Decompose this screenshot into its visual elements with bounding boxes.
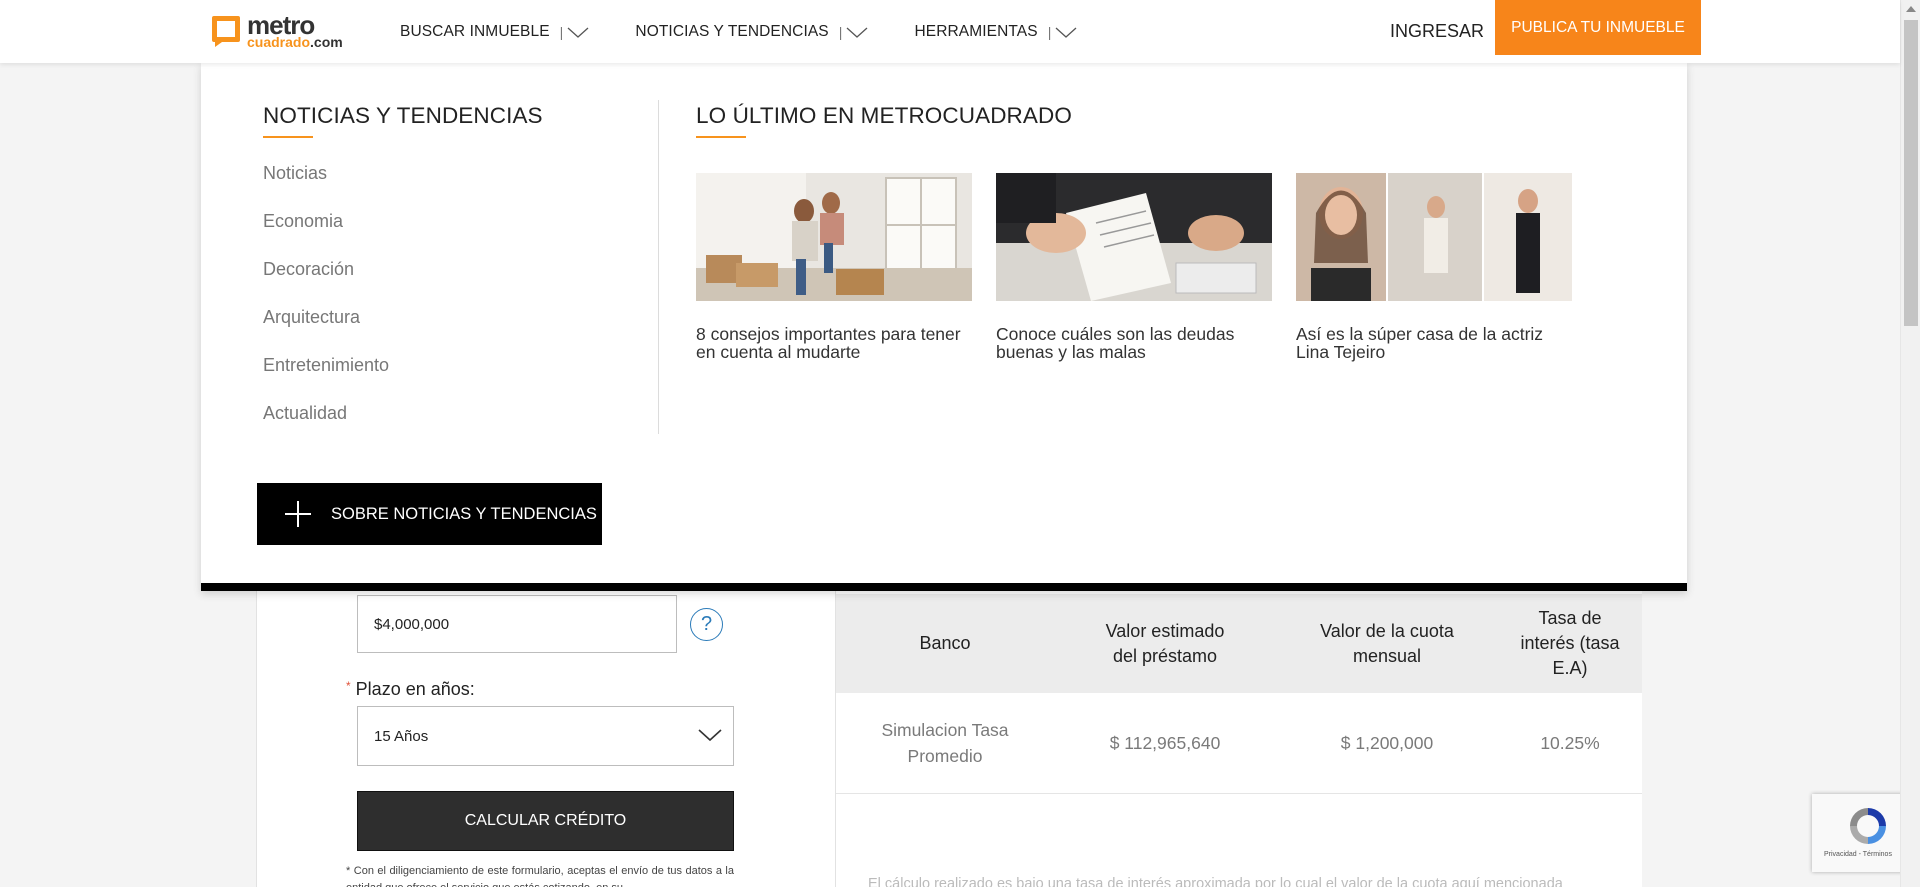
nav-noticias-tendencias[interactable]: NOTICIAS Y TENDENCIAS | xyxy=(635,23,868,41)
logo-suffix: .com xyxy=(310,34,343,50)
plazo-label: * Plazo en años: xyxy=(346,679,475,700)
help-icon-glyph: ? xyxy=(700,613,713,635)
category-arquitectura[interactable]: Arquitectura xyxy=(263,307,663,355)
sobre-noticias-label: SOBRE NOTICIAS Y TENDENCIAS xyxy=(331,504,597,523)
cell-banco: Simulacion Tasa Promedio xyxy=(881,720,1009,766)
plazo-select[interactable]: 15 Años xyxy=(357,706,734,766)
category-economia[interactable]: Economia xyxy=(263,211,663,259)
nav-label: BUSCAR INMUEBLE xyxy=(400,22,550,40)
cell-valor-prestamo: $ 112,965,640 xyxy=(1109,733,1221,753)
logo-sub-text: cuadrado.com xyxy=(247,35,343,49)
amount-value: $4,000,000 xyxy=(374,615,450,633)
nav-buscar-inmueble[interactable]: BUSCAR INMUEBLE | xyxy=(400,23,589,41)
title-underline xyxy=(696,136,746,138)
nav-label: HERRAMIENTAS xyxy=(914,22,1038,40)
latest-articles: 8 consejos importantes para tener en cue… xyxy=(696,173,1596,361)
help-icon[interactable]: ? xyxy=(690,608,723,641)
calculation-note: El cálculo realizado es bajo una tasa de… xyxy=(868,876,1563,887)
chevron-down-icon xyxy=(698,729,722,742)
article-image xyxy=(1296,173,1572,301)
category-list: Noticias Economia Decoración Arquitectur… xyxy=(263,163,663,451)
article-image xyxy=(696,173,972,301)
nav-label: NOTICIAS Y TENDENCIAS xyxy=(635,22,829,40)
cell-tasa: 10.25% xyxy=(1540,733,1600,753)
main-nav: BUSCAR INMUEBLE | NOTICIAS Y TENDENCIAS … xyxy=(400,0,1123,63)
header-tasa: Tasa de interés (tasa E.A) xyxy=(1520,608,1620,678)
nav-separator: | xyxy=(1047,23,1052,40)
latest-section-header: LO ÚLTIMO EN METROCUADRADO xyxy=(696,103,1072,138)
article-photo-debts xyxy=(996,173,1272,301)
amount-input[interactable]: $4,000,000 xyxy=(357,595,677,653)
article-card[interactable]: Así es la súper casa de la actriz Lina T… xyxy=(1296,173,1572,361)
header-banco: Banco xyxy=(919,633,971,653)
article-image xyxy=(996,173,1272,301)
logo-wordmark: metro cuadrado.com xyxy=(247,12,343,49)
table-row: Simulacion Tasa Promedio $ 112,965,640 $… xyxy=(836,693,1642,794)
mega-menu-categories: NOTICIAS Y TENDENCIAS Noticias Economia … xyxy=(263,103,663,451)
recaptcha-links[interactable]: Privacidad - Términos xyxy=(1824,851,1892,858)
cell-valor-cuota: $ 1,200,000 xyxy=(1340,733,1434,753)
logo-icon xyxy=(212,16,240,47)
logo-sub-word: cuadrado xyxy=(247,34,311,50)
chevron-down-icon xyxy=(1056,27,1077,38)
mega-menu-divider xyxy=(658,100,659,434)
sobre-noticias-button[interactable]: SOBRE NOTICIAS Y TENDENCIAS xyxy=(257,483,602,545)
article-card[interactable]: 8 consejos importantes para tener en cue… xyxy=(696,173,972,361)
site-logo[interactable]: metro cuadrado.com xyxy=(210,12,343,50)
article-photo-moving xyxy=(696,173,972,301)
title-underline xyxy=(263,136,313,138)
article-caption: Conoce cuáles son las deudas buenas y la… xyxy=(996,324,1235,362)
category-entretenimiento[interactable]: Entretenimiento xyxy=(263,355,663,403)
plus-icon xyxy=(283,499,313,529)
header-valor-prestamo: Valor estimado del préstamo xyxy=(1105,620,1225,666)
plazo-label-text: Plazo en años: xyxy=(355,679,475,699)
article-caption: Así es la súper casa de la actriz Lina T… xyxy=(1296,324,1544,362)
category-noticias[interactable]: Noticias xyxy=(263,163,663,211)
scroll-up-arrow-icon[interactable] xyxy=(1906,6,1916,12)
header-valor-cuota: Valor de la cuota mensual xyxy=(1320,620,1454,666)
nav-separator: | xyxy=(838,23,843,40)
article-card[interactable]: Conoce cuáles son las deudas buenas y la… xyxy=(996,173,1272,361)
chevron-down-icon xyxy=(567,27,589,38)
category-decoracion[interactable]: Decoración xyxy=(263,259,663,307)
required-marker: * xyxy=(346,679,351,693)
noticias-mega-menu: NOTICIAS Y TENDENCIAS Noticias Economia … xyxy=(201,63,1687,591)
login-link[interactable]: INGRESAR xyxy=(1390,21,1484,42)
latest-title: LO ÚLTIMO EN METROCUADRADO xyxy=(696,103,1072,128)
results-table-header: Banco Valor estimado del préstamo Valor … xyxy=(836,594,1642,693)
publish-property-button[interactable]: PUBLICA TU INMUEBLE xyxy=(1495,0,1701,55)
category-actualidad[interactable]: Actualidad xyxy=(263,403,663,451)
scroll-thumb[interactable] xyxy=(1904,20,1918,326)
plazo-selected-value: 15 Años xyxy=(374,727,429,745)
categories-title: NOTICIAS Y TENDENCIAS xyxy=(263,103,543,128)
chevron-down-icon xyxy=(847,27,868,38)
calcular-credito-button[interactable]: CALCULAR CRÉDITO xyxy=(357,791,734,851)
site-header: metro cuadrado.com BUSCAR INMUEBLE | NOT… xyxy=(0,0,1900,63)
logo-mark xyxy=(210,14,242,47)
article-caption: 8 consejos importantes para tener en cue… xyxy=(696,324,961,362)
article-photo-actress xyxy=(1296,173,1572,301)
recaptcha-icon xyxy=(1850,808,1886,844)
nav-herramientas[interactable]: HERRAMIENTAS | xyxy=(914,23,1077,41)
page-scrollbar[interactable] xyxy=(1900,0,1920,887)
nav-separator: | xyxy=(559,23,564,40)
form-disclaimer: * Con el diligenciamiento de este formul… xyxy=(346,865,734,887)
